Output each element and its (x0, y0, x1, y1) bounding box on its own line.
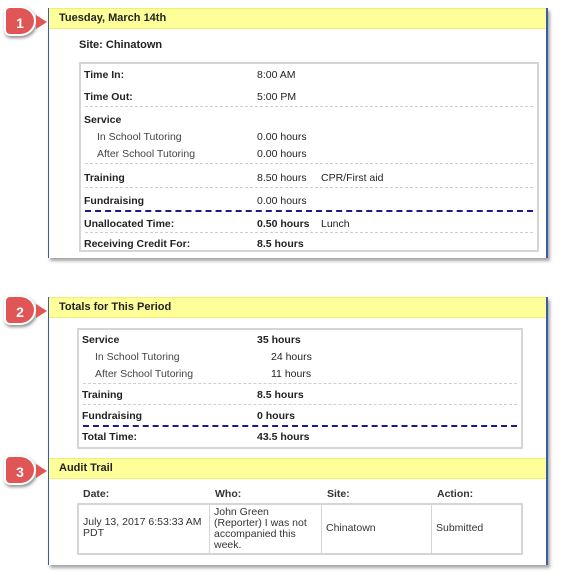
total-service-label: Service (82, 334, 120, 346)
divider (85, 106, 533, 107)
unallocated-time-note: Lunch (321, 218, 350, 230)
time-out-value: 5:00 PM (257, 91, 297, 103)
time-out-label: Time Out: (84, 91, 133, 103)
total-fundraising-value: 0 hours (257, 410, 295, 422)
in-school-tutoring-label: In School Tutoring (97, 131, 182, 143)
day-hours-table: Time In: 8:00 AM Time Out: 5:00 PM Servi… (79, 62, 539, 252)
step-3-badge: 3 (4, 455, 47, 485)
unallocated-time-label: Unallocated Time: (84, 218, 175, 230)
audit-trail-header: Audit Trail (49, 458, 546, 479)
day-header: Tuesday, March 14th (49, 8, 546, 29)
total-after-school-value: 11 hours (271, 368, 312, 380)
fundraising-label: Fundraising (84, 195, 145, 207)
total-after-school-label: After School Tutoring (95, 368, 194, 380)
column-divider (431, 505, 432, 553)
audit-column-date: Date: (83, 488, 110, 500)
fundraising-value: 0.00 hours (257, 195, 307, 207)
total-divider (85, 210, 533, 212)
divider (85, 232, 533, 233)
totals-header: Totals for This Period (49, 297, 546, 318)
column-divider (321, 505, 322, 553)
site-label: Site: Chinatown (79, 39, 163, 51)
receiving-credit-label: Receiving Credit For: (84, 238, 191, 250)
audit-column-who: Who: (215, 488, 242, 500)
step-2-badge: 2 (4, 295, 47, 325)
after-school-tutoring-label: After School Tutoring (97, 148, 196, 160)
training-label: Training (84, 172, 125, 184)
total-fundraising-label: Fundraising (82, 410, 143, 422)
divider (83, 404, 517, 405)
total-time-label: Total Time: (82, 431, 138, 443)
total-time-value: 43.5 hours (257, 431, 310, 443)
time-in-label: Time In: (84, 69, 125, 81)
after-school-tutoring-value: 0.00 hours (257, 148, 307, 160)
audit-action-cell: Submitted (436, 522, 484, 534)
totals-table: Service 35 hours In School Tutoring 24 h… (77, 328, 523, 449)
unallocated-time-value: 0.50 hours (257, 218, 310, 230)
in-school-tutoring-value: 0.00 hours (257, 131, 307, 143)
step-1-badge: 1 (4, 6, 47, 36)
service-label: Service (84, 114, 122, 126)
audit-site-cell: Chinatown (326, 522, 376, 534)
training-note: CPR/First aid (321, 172, 384, 184)
audit-who-cell: John Green (Reporter) I was not accompan… (214, 506, 307, 551)
training-value: 8.50 hours (257, 172, 307, 184)
total-training-value: 8.5 hours (257, 389, 304, 401)
divider (83, 383, 517, 384)
total-training-label: Training (82, 389, 123, 401)
divider (85, 187, 533, 188)
total-divider (83, 425, 517, 427)
divider (85, 163, 533, 164)
total-in-school-label: In School Tutoring (95, 351, 180, 363)
total-in-school-value: 24 hours (271, 351, 312, 363)
audit-column-site: Site: (327, 488, 350, 500)
audit-column-action: Action: (437, 488, 474, 500)
column-divider (209, 505, 210, 553)
totals-panel: Totals for This Period Service 35 hours … (48, 297, 548, 565)
time-in-value: 8:00 AM (257, 69, 296, 81)
audit-table-row: July 13, 2017 6:53:33 AM PDT John Green … (77, 503, 523, 555)
total-service-value: 35 hours (257, 334, 301, 346)
audit-date-cell: July 13, 2017 6:53:33 AM PDT (83, 516, 202, 539)
day-detail-panel: Tuesday, March 14th Site: Chinatown Time… (48, 8, 548, 258)
receiving-credit-value: 8.5 hours (257, 238, 304, 250)
